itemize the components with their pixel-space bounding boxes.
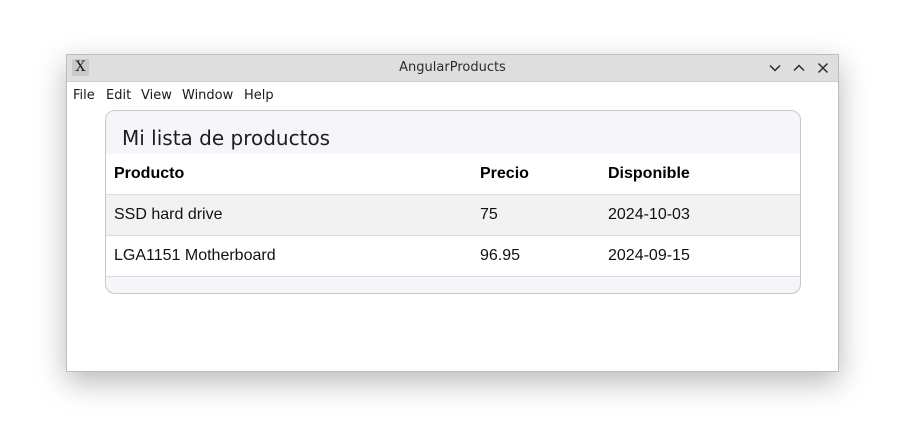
menu-edit[interactable]: Edit bbox=[106, 82, 131, 110]
close-icon bbox=[817, 62, 829, 74]
table-row[interactable]: SSD hard drive 75 2024-10-03 bbox=[106, 194, 800, 236]
close-button[interactable] bbox=[814, 59, 832, 77]
cell-product-name: LGA1151 Motherboard bbox=[106, 235, 472, 277]
window-title: AngularProducts bbox=[399, 60, 506, 75]
page-title: Mi lista de productos bbox=[122, 126, 331, 150]
cell-available-date: 2024-09-15 bbox=[600, 235, 800, 277]
maximize-button[interactable] bbox=[790, 59, 808, 77]
menu-window[interactable]: Window bbox=[182, 82, 233, 110]
column-header-precio[interactable]: Precio bbox=[472, 154, 600, 195]
table-header-row: Producto Precio Disponible bbox=[106, 154, 800, 195]
menu-help[interactable]: Help bbox=[244, 82, 274, 110]
table-row[interactable]: LGA1151 Motherboard 96.95 2024-09-15 bbox=[106, 235, 800, 277]
app-window: X AngularProducts File Edit View Window … bbox=[66, 54, 839, 372]
column-header-producto[interactable]: Producto bbox=[106, 154, 472, 195]
menu-bar: File Edit View Window Help bbox=[67, 82, 838, 110]
cell-product-name: SSD hard drive bbox=[106, 194, 472, 236]
menu-view[interactable]: View bbox=[141, 82, 172, 110]
cell-price: 75 bbox=[472, 194, 600, 236]
minimize-button[interactable] bbox=[766, 59, 784, 77]
cell-price: 96.95 bbox=[472, 235, 600, 277]
cell-available-date: 2024-10-03 bbox=[600, 194, 800, 236]
maximize-icon bbox=[793, 64, 805, 72]
minimize-icon bbox=[769, 64, 781, 72]
product-list-card: Mi lista de productos Producto Precio Di… bbox=[105, 110, 801, 294]
column-header-disponible[interactable]: Disponible bbox=[600, 154, 800, 195]
products-table: Producto Precio Disponible SSD hard driv… bbox=[106, 154, 800, 277]
menu-file[interactable]: File bbox=[73, 82, 95, 110]
title-bar[interactable]: X AngularProducts bbox=[67, 55, 838, 82]
